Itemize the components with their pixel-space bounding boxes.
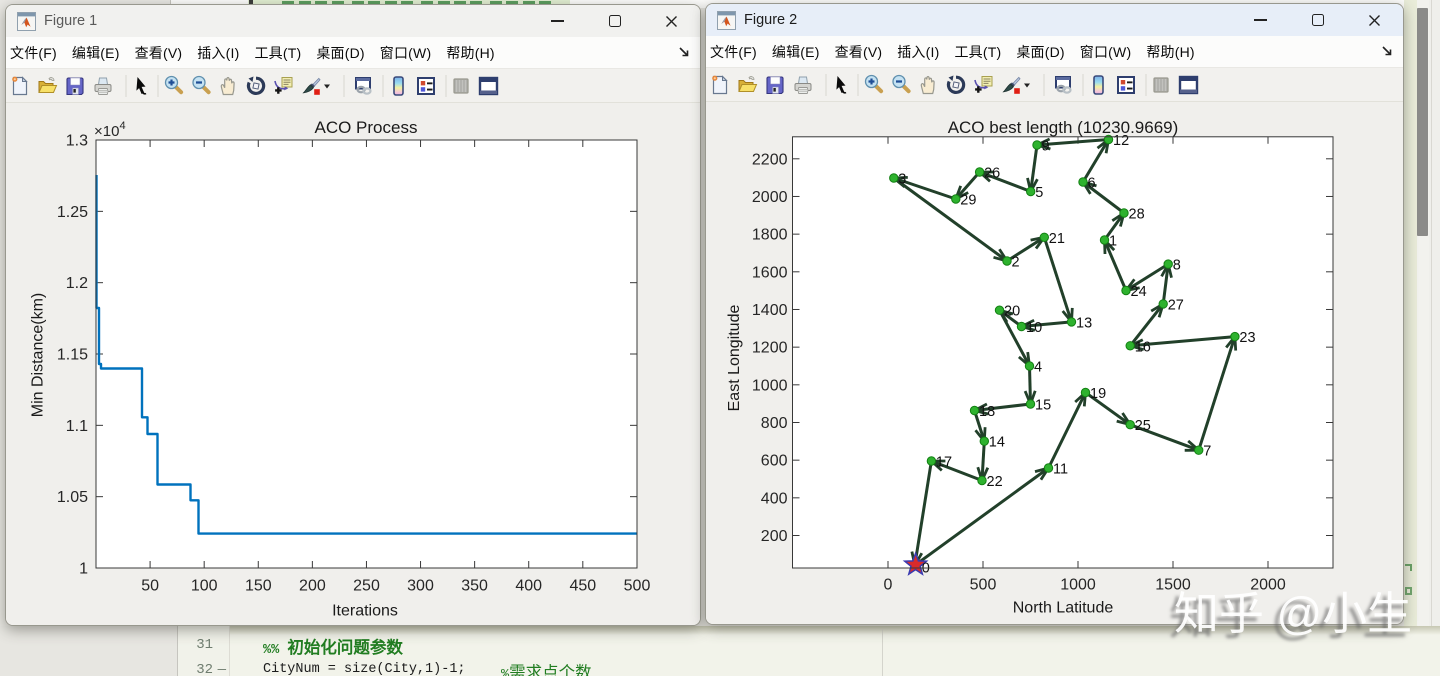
svg-text:20: 20: [1004, 304, 1020, 320]
svg-text:250: 250: [353, 578, 380, 595]
svg-text:14: 14: [989, 435, 1005, 451]
svg-text:1800: 1800: [752, 227, 788, 244]
svg-text:200: 200: [761, 528, 788, 545]
svg-text:North Latitude: North Latitude: [1013, 600, 1114, 617]
svg-text:Min Distance(km): Min Distance(km): [30, 293, 47, 417]
svg-text:3: 3: [898, 172, 906, 188]
svg-text:1400: 1400: [752, 302, 788, 319]
svg-text:1.2: 1.2: [66, 275, 88, 292]
svg-text:350: 350: [461, 578, 488, 595]
svg-text:400: 400: [761, 490, 788, 507]
svg-text:11: 11: [1053, 462, 1068, 478]
svg-text:450: 450: [569, 578, 596, 595]
svg-text:17: 17: [936, 455, 952, 471]
svg-text:East Longitude: East Longitude: [726, 305, 743, 412]
svg-text:ACO Process: ACO Process: [315, 118, 418, 137]
svg-text:9: 9: [1042, 139, 1050, 155]
svg-text:10: 10: [1026, 320, 1042, 336]
svg-text:26: 26: [984, 166, 1000, 182]
svg-text:28: 28: [1129, 207, 1145, 223]
svg-text:400: 400: [515, 578, 542, 595]
svg-text:1.15: 1.15: [57, 347, 88, 364]
svg-text:4: 4: [1034, 360, 1042, 376]
svg-text:1600: 1600: [752, 264, 788, 281]
svg-text:8: 8: [1173, 258, 1181, 274]
svg-text:200: 200: [299, 578, 326, 595]
svg-text:13: 13: [1076, 315, 1092, 331]
svg-text:2200: 2200: [752, 151, 788, 168]
svg-text:100: 100: [191, 578, 218, 595]
svg-text:1200: 1200: [752, 340, 788, 357]
svg-text:Iterations: Iterations: [332, 603, 398, 620]
svg-text:16: 16: [1135, 339, 1151, 355]
svg-text:800: 800: [761, 415, 788, 432]
svg-text:24: 24: [1131, 284, 1147, 300]
svg-text:1: 1: [79, 561, 88, 578]
svg-text:0: 0: [884, 577, 893, 594]
svg-text:2000: 2000: [752, 189, 788, 206]
svg-text:15: 15: [1035, 398, 1051, 414]
svg-text:2: 2: [1012, 255, 1020, 271]
svg-text:500: 500: [624, 578, 651, 595]
svg-text:6: 6: [1088, 176, 1096, 192]
svg-text:27: 27: [1168, 297, 1184, 313]
svg-text:500: 500: [970, 577, 997, 594]
svg-text:7: 7: [1203, 444, 1211, 460]
svg-text:1.3: 1.3: [66, 133, 88, 150]
svg-text:29: 29: [960, 193, 976, 209]
svg-text:22: 22: [987, 474, 1003, 490]
svg-text:50: 50: [141, 578, 159, 595]
svg-text:23: 23: [1239, 330, 1255, 346]
svg-text:1000: 1000: [1060, 577, 1096, 594]
svg-text:600: 600: [761, 453, 788, 470]
svg-text:ACO best length (10230.9669): ACO best length (10230.9669): [948, 118, 1179, 137]
svg-text:×104: ×104: [94, 120, 126, 140]
svg-text:150: 150: [245, 578, 272, 595]
svg-text:1000: 1000: [752, 377, 788, 394]
svg-text:1.1: 1.1: [66, 418, 88, 435]
svg-text:1.05: 1.05: [57, 489, 88, 506]
svg-text:5: 5: [1035, 185, 1043, 201]
svg-text:300: 300: [407, 578, 434, 595]
svg-text:1: 1: [1109, 234, 1117, 250]
svg-text:19: 19: [1090, 386, 1106, 402]
svg-text:1.25: 1.25: [57, 204, 88, 221]
svg-text:25: 25: [1135, 418, 1151, 434]
svg-text:21: 21: [1049, 231, 1065, 247]
svg-text:18: 18: [979, 404, 995, 420]
